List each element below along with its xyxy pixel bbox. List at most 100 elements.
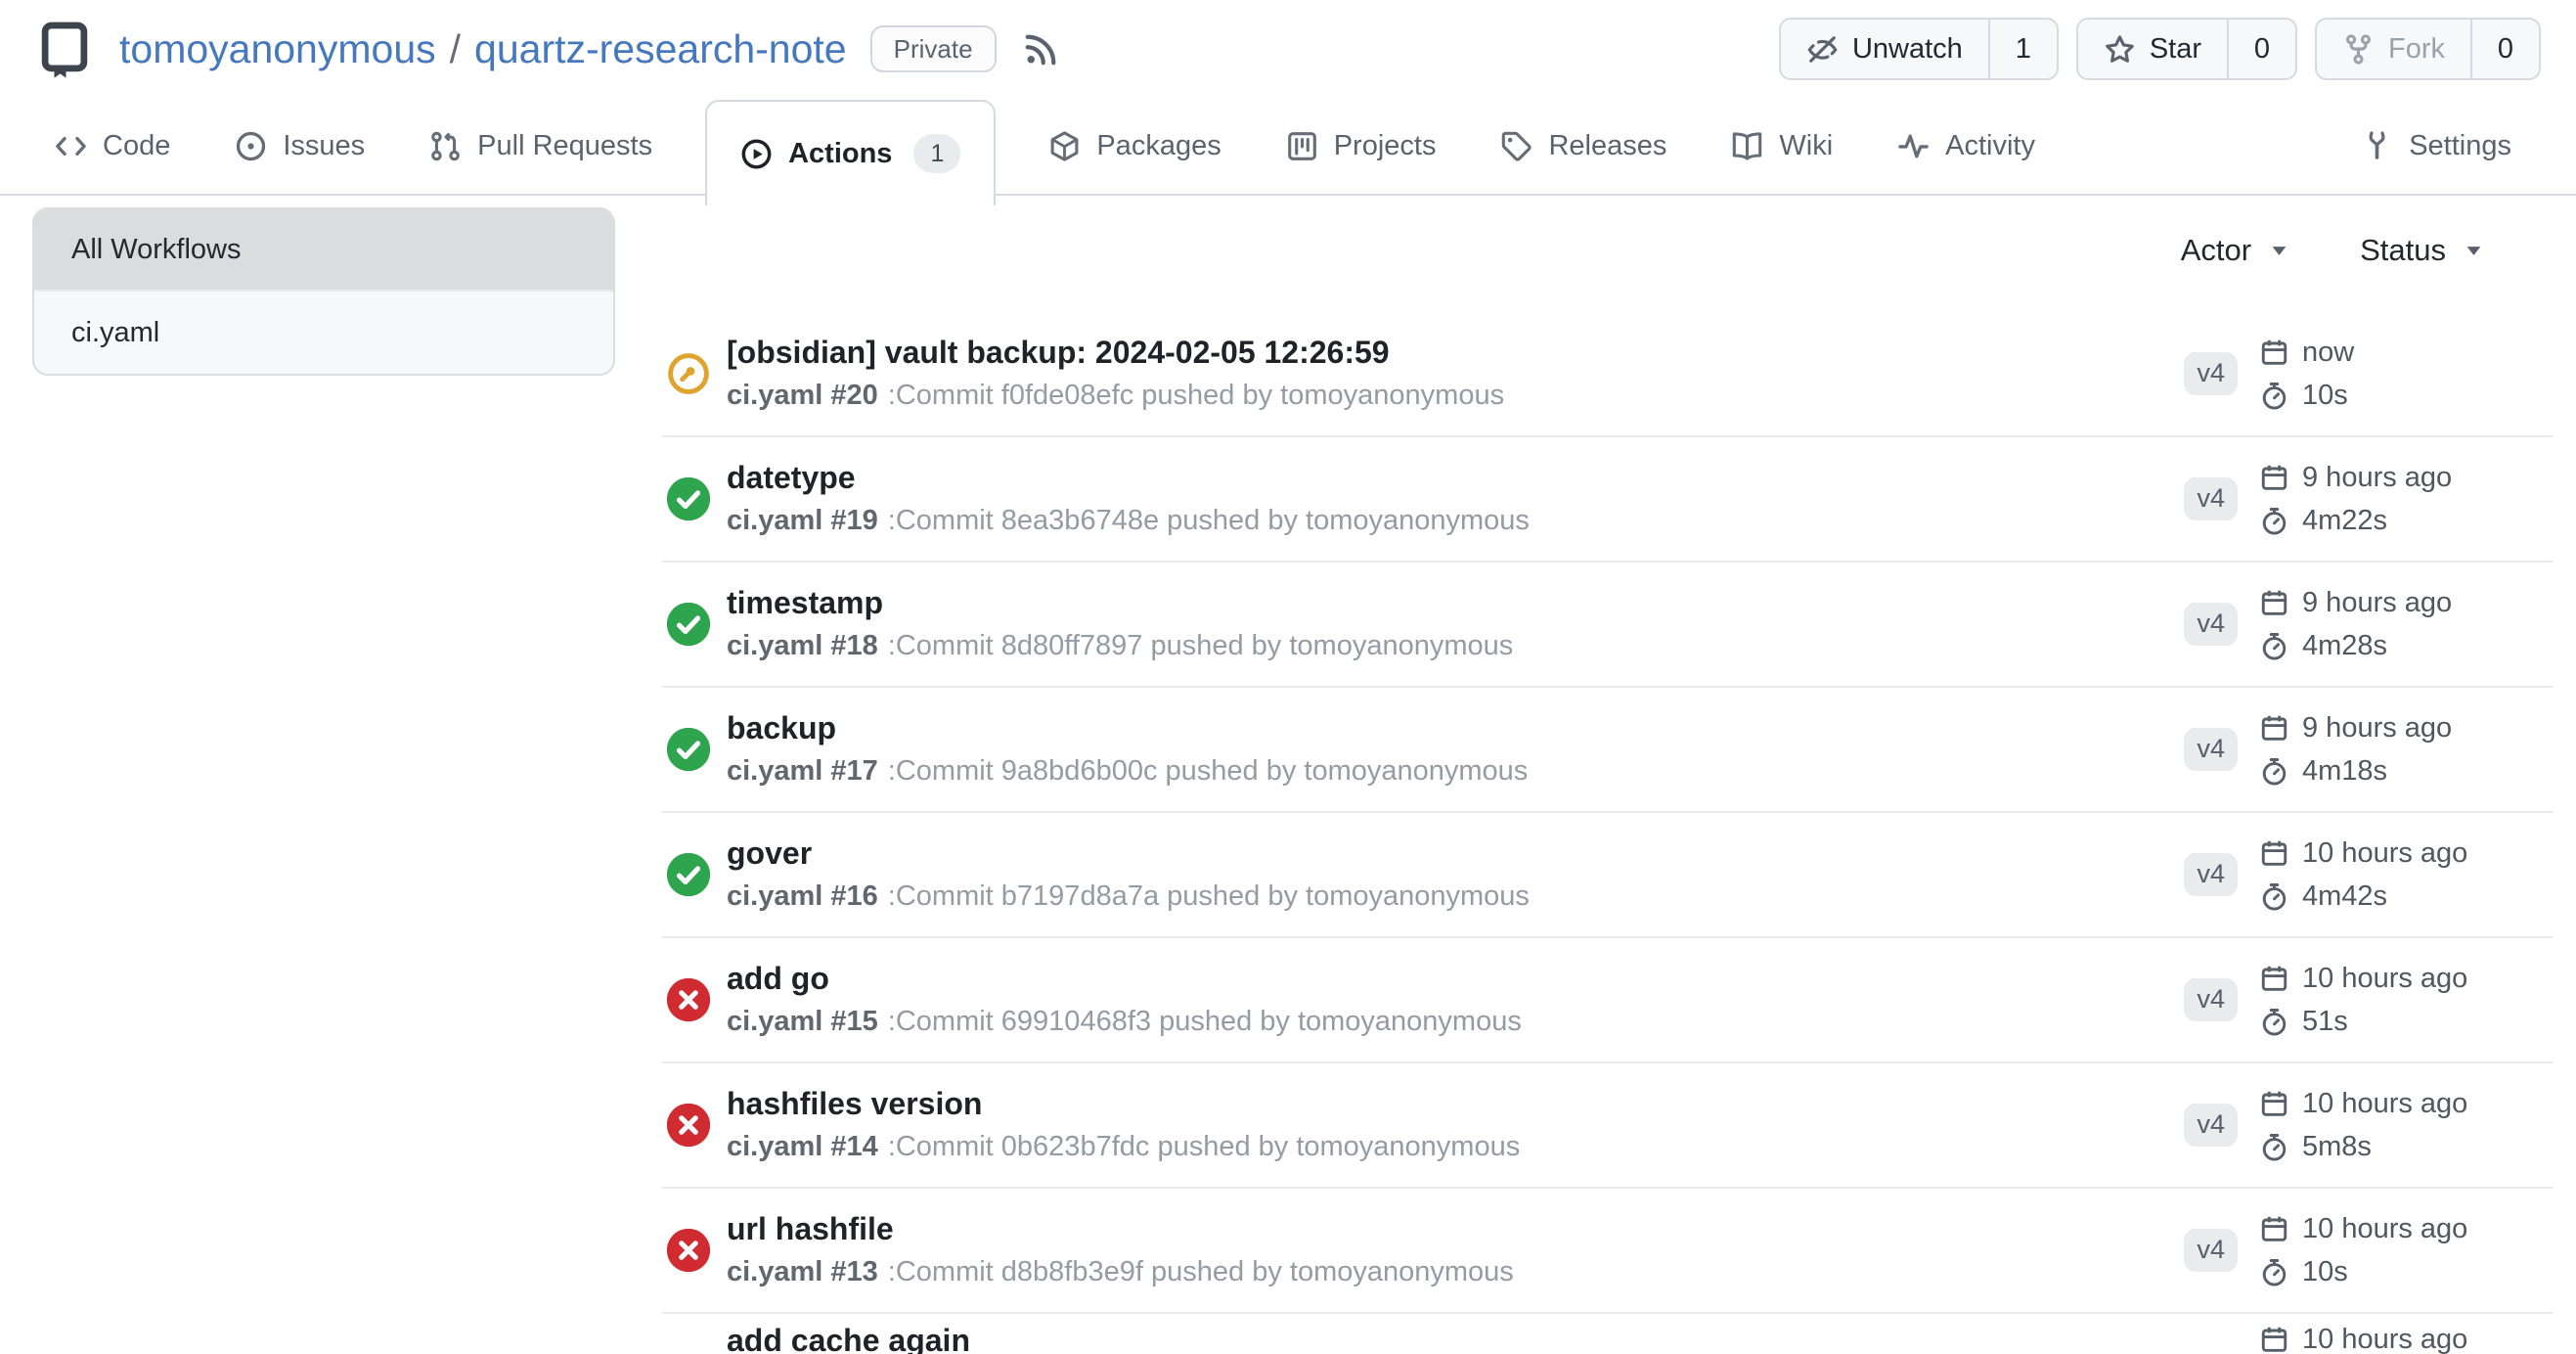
run-time-info: 9 hours ago 4m28s: [2259, 587, 2553, 662]
sidebar-workflow-item[interactable]: ci.yaml: [34, 292, 613, 374]
run-title-link[interactable]: add go: [727, 962, 2184, 996]
caret-down-icon: [2269, 244, 2289, 258]
pull-request-icon: [429, 130, 462, 162]
run-meta: ci.yaml #16 :Commit b7197d8a7a pushed by…: [727, 880, 2184, 913]
tab-wiki[interactable]: Wiki: [1731, 130, 1833, 162]
tab-activity[interactable]: Activity: [1897, 130, 2035, 162]
run-title-link[interactable]: timestamp: [727, 586, 2184, 620]
run-started-time: 10 hours ago: [2259, 963, 2553, 995]
repo-action-button[interactable]: Fork: [2317, 20, 2470, 78]
tab-actions[interactable]: Actions 1: [705, 100, 996, 205]
run-title-link[interactable]: [obsidian] vault backup: 2024-02-05 12:2…: [727, 336, 2184, 370]
repo-action-buttons: Unwatch 1 Star 0 Fork 0: [1779, 18, 2541, 80]
run-text-block: timestamp ci.yaml #18 :Commit 8d80ff7897…: [727, 586, 2184, 662]
calendar-icon: [2259, 588, 2289, 618]
visibility-badge: Private: [870, 25, 997, 72]
run-status-icon: [666, 602, 711, 647]
run-time-info: now 10s: [2259, 337, 2553, 412]
tab-label: Packages: [1096, 130, 1221, 162]
sidebar-workflow-item[interactable]: All Workflows: [34, 209, 613, 292]
run-title-link[interactable]: datetype: [727, 461, 2184, 495]
x-circle-icon: [666, 1103, 711, 1148]
run-time-text: 10 hours ago: [2302, 963, 2467, 995]
repo-header: tomoyanonymous / quartz-research-note Pr…: [0, 0, 2576, 98]
rss-feed-link[interactable]: [1022, 29, 1061, 68]
runner-version-badge: v4: [2184, 978, 2238, 1021]
run-status-icon: [666, 1228, 711, 1273]
run-text-block: url hashfile ci.yaml #13 :Commit d8b8fb3…: [727, 1212, 2184, 1288]
rss-icon: [1022, 29, 1061, 68]
stopwatch-icon: [2259, 756, 2289, 787]
repo-action-button-group: Star 0: [2076, 18, 2297, 80]
run-meta: ci.yaml #15 :Commit 69910468f3 pushed by…: [727, 1006, 2184, 1038]
run-text-block: [obsidian] vault backup: 2024-02-05 12:2…: [727, 336, 2184, 412]
stopwatch-icon: [2259, 381, 2289, 411]
run-time-text: 10 hours ago: [2302, 1324, 2467, 1354]
run-workflow-number: ci.yaml #19: [727, 505, 878, 537]
run-commit-info: :Commit d8b8fb3e9f pushed by tomoyanonym…: [888, 1256, 1514, 1288]
tab-label: Pull Requests: [477, 130, 652, 162]
runner-version-badge: v4: [2184, 603, 2238, 646]
button-count[interactable]: 0: [2227, 20, 2295, 78]
workflow-run-list: [obsidian] vault backup: 2024-02-05 12:2…: [662, 312, 2553, 1354]
run-time-info: 10 hours ago: [2259, 1324, 2553, 1354]
run-text-block: add go ci.yaml #15 :Commit 69910468f3 pu…: [727, 962, 2184, 1038]
run-status-icon: [666, 852, 711, 897]
run-duration-text: 10s: [2302, 380, 2348, 412]
calendar-icon: [2259, 1214, 2289, 1244]
repo-action-button[interactable]: Star: [2078, 20, 2227, 78]
workflow-run-row[interactable]: hashfiles version ci.yaml #14 :Commit 0b…: [662, 1063, 2553, 1189]
stopwatch-icon: [2259, 1132, 2289, 1162]
runner-version-badge: v4: [2184, 728, 2238, 771]
run-status-icon: [666, 476, 711, 521]
repo-name-link[interactable]: quartz-research-note: [474, 26, 847, 72]
book-icon: [1731, 130, 1763, 162]
repo-action-button[interactable]: Unwatch: [1781, 20, 1988, 78]
run-commit-info: :Commit 9a8bd6b00c pushed by tomoyanonym…: [888, 755, 1529, 788]
filter-actor[interactable]: Actor: [2181, 233, 2289, 268]
workflow-run-row[interactable]: [obsidian] vault backup: 2024-02-05 12:2…: [662, 312, 2553, 437]
run-title-link[interactable]: add cache again: [727, 1324, 2259, 1354]
run-text-block: hashfiles version ci.yaml #14 :Commit 0b…: [727, 1087, 2184, 1163]
x-circle-icon: [666, 977, 711, 1022]
run-title-link[interactable]: hashfiles version: [727, 1087, 2184, 1121]
button-count[interactable]: 1: [1988, 20, 2057, 78]
workflow-runs-panel: Actor Status [obsidian] vault backup: 20…: [662, 196, 2553, 1354]
run-title-link[interactable]: gover: [727, 836, 2184, 871]
filter-label: Status: [2360, 233, 2446, 268]
workflow-run-row[interactable]: timestamp ci.yaml #18 :Commit 8d80ff7897…: [662, 563, 2553, 688]
run-meta: ci.yaml #19 :Commit 8ea3b6748e pushed by…: [727, 505, 2184, 537]
tab-packages[interactable]: Packages: [1048, 130, 1221, 162]
filter-label: Actor: [2181, 233, 2251, 268]
run-title-link[interactable]: backup: [727, 711, 2184, 745]
run-workflow-number: ci.yaml #14: [727, 1131, 878, 1163]
workflow-label: All Workflows: [71, 234, 242, 266]
tab-code[interactable]: Code: [55, 130, 170, 162]
workflow-run-row[interactable]: url hashfile ci.yaml #13 :Commit d8b8fb3…: [662, 1189, 2553, 1314]
workflow-run-row[interactable]: add cache again 10 hours ago: [662, 1314, 2553, 1354]
run-title-link[interactable]: url hashfile: [727, 1212, 2184, 1246]
workflow-run-row[interactable]: gover ci.yaml #16 :Commit b7197d8a7a pus…: [662, 813, 2553, 938]
run-text-block: backup ci.yaml #17 :Commit 9a8bd6b00c pu…: [727, 711, 2184, 788]
tab-settings[interactable]: Settings: [2361, 130, 2511, 162]
tab-releases[interactable]: Releases: [1500, 130, 1666, 162]
tab-issues[interactable]: Issues: [235, 130, 365, 162]
progress-spinner-icon: [666, 351, 711, 396]
workflow-run-row[interactable]: backup ci.yaml #17 :Commit 9a8bd6b00c pu…: [662, 688, 2553, 813]
check-circle-icon: [666, 602, 711, 647]
workflow-run-row[interactable]: add go ci.yaml #15 :Commit 69910468f3 pu…: [662, 938, 2553, 1063]
tab-pull-requests[interactable]: Pull Requests: [429, 130, 652, 162]
filter-status[interactable]: Status: [2360, 233, 2484, 268]
project-icon: [1286, 130, 1318, 162]
x-circle-icon: [666, 1228, 711, 1273]
run-duration: 10s: [2259, 380, 2553, 412]
calendar-icon: [2259, 1325, 2289, 1354]
stopwatch-icon: [2259, 881, 2289, 912]
button-count[interactable]: 0: [2470, 20, 2539, 78]
workflow-run-row[interactable]: datetype ci.yaml #19 :Commit 8ea3b6748e …: [662, 437, 2553, 563]
tab-label: Releases: [1548, 130, 1666, 162]
tab-projects[interactable]: Projects: [1286, 130, 1437, 162]
run-text-block: datetype ci.yaml #19 :Commit 8ea3b6748e …: [727, 461, 2184, 537]
repo-owner-link[interactable]: tomoyanonymous: [119, 26, 436, 72]
eye-closed-icon: [1806, 33, 1839, 66]
